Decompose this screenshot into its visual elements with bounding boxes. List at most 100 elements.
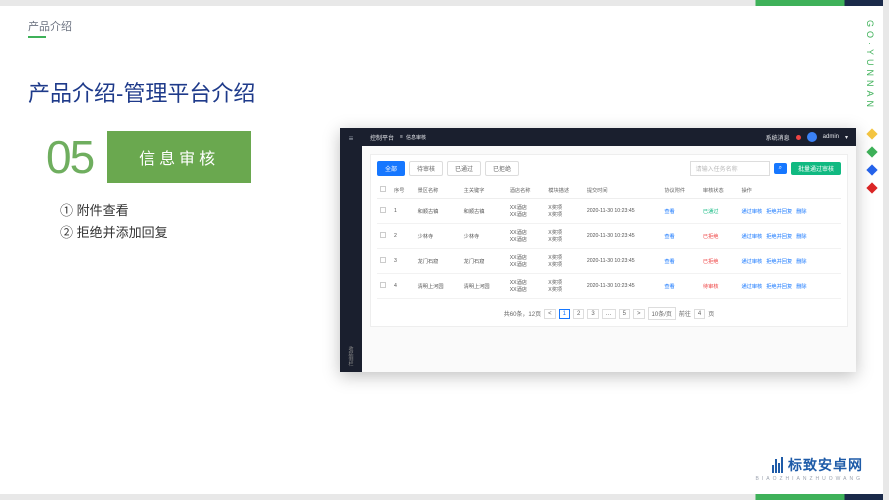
delete-link[interactable]: 删除: [796, 258, 806, 265]
username[interactable]: admin: [823, 134, 839, 140]
logo-text: 标致安卓网: [788, 455, 863, 475]
app-sidebar: ≡ 收起侧栏: [340, 128, 362, 372]
pager-3[interactable]: 3: [587, 309, 598, 319]
pager-2[interactable]: 2: [573, 309, 584, 319]
row-checkbox[interactable]: [380, 207, 386, 213]
reject-link[interactable]: 拒绝并回复: [766, 283, 792, 290]
cell-desc: X奖项X奖项: [545, 199, 584, 224]
col-status: 审核状态: [700, 182, 739, 199]
breadcrumb-text: 信息审核: [406, 134, 426, 141]
slide-heading: 产品介绍-管理平台介绍: [28, 76, 255, 108]
review-table: 序号 景区名称 主关键字 酒店名称 模块描述 提交时间 协议附件 审核状态 操作…: [377, 182, 841, 299]
pager-1[interactable]: 1: [559, 309, 570, 319]
search-input[interactable]: 请输入任务名称: [690, 161, 770, 176]
reject-link[interactable]: 拒绝并回复: [766, 208, 792, 215]
pager-5[interactable]: 5: [619, 309, 630, 319]
delete-link[interactable]: 删除: [796, 208, 806, 215]
cell-desc: X奖项X奖项: [545, 274, 584, 299]
pager-size[interactable]: 10条/页: [648, 307, 676, 320]
collapse-sidebar[interactable]: 收起侧栏: [348, 346, 355, 366]
search-button[interactable]: ⌕: [774, 163, 787, 174]
tab-pending[interactable]: 待审核: [409, 161, 443, 176]
approve-link[interactable]: 通过审核: [741, 258, 762, 265]
tab-all[interactable]: 全部: [377, 161, 405, 176]
app-topbar: 控制平台 ≡ 信息审核 系统消息 admin ▾: [362, 128, 856, 146]
breadcrumb: ≡ 信息审核: [400, 134, 426, 141]
pager-total: 共60条，12页: [504, 309, 541, 318]
cell-desc: X奖项X奖项: [545, 249, 584, 274]
cell-keyword: 和顺古镇: [461, 199, 507, 224]
row-checkbox[interactable]: [380, 282, 386, 288]
notification-dot-icon[interactable]: [796, 135, 801, 140]
cell-keyword: 清明上河园: [461, 274, 507, 299]
col-scenic: 景区名称: [415, 182, 461, 199]
pager-next[interactable]: >: [633, 309, 645, 319]
pager-unit: 页: [708, 309, 714, 318]
batch-approve-button[interactable]: 批量通过审核: [791, 162, 841, 175]
delete-link[interactable]: 删除: [796, 283, 806, 290]
cell-keyword: 龙门石窟: [461, 249, 507, 274]
system-message[interactable]: 系统消息: [766, 133, 790, 142]
col-ops: 操作: [738, 182, 841, 199]
content-panel: 全部 待审核 已通过 已拒绝 请输入任务名称 ⌕ 批量通过审核 序号: [370, 154, 848, 327]
table-row: 2少林寺少林寺XX酒店XX酒店X奖项X奖项2020-11-30 10:23:45…: [377, 224, 841, 249]
status-badge: 已拒绝: [703, 259, 719, 265]
search-icon: ⌕: [779, 165, 782, 171]
slide-tag: 产品介绍: [28, 18, 72, 34]
section-header: 05 信息审核: [46, 130, 251, 184]
section-badge: 信息审核: [107, 131, 251, 183]
filter-tabs: 全部 待审核 已通过 已拒绝: [377, 161, 519, 176]
tab-rejected[interactable]: 已拒绝: [485, 161, 519, 176]
cell-index: 3: [391, 249, 415, 274]
cell-time: 2020-11-30 10:23:45: [584, 224, 662, 249]
section-number: 05: [46, 130, 93, 184]
tab-passed[interactable]: 已通过: [447, 161, 481, 176]
cell-time: 2020-11-30 10:23:45: [584, 249, 662, 274]
reject-link[interactable]: 拒绝并回复: [766, 258, 792, 265]
status-badge: 已拒绝: [703, 234, 719, 240]
logo-subtext: BIAOZHIANZHUOWANG: [756, 476, 863, 482]
cell-index: 2: [391, 224, 415, 249]
cell-desc: X奖项X奖项: [545, 224, 584, 249]
cell-time: 2020-11-30 10:23:45: [584, 274, 662, 299]
cell-index: 1: [391, 199, 415, 224]
col-desc: 模块描述: [545, 182, 584, 199]
pager-prev[interactable]: <: [544, 309, 556, 319]
pager-goto-label: 前往: [679, 309, 691, 318]
checkbox-all[interactable]: [380, 186, 386, 192]
attachment-link[interactable]: 查看: [664, 234, 674, 240]
brand-logo: 标致安卓网 BIAOZHIANZHUOWANG: [756, 455, 863, 482]
pager-goto-input[interactable]: 4: [694, 309, 705, 319]
attachment-link[interactable]: 查看: [664, 209, 674, 215]
approve-link[interactable]: 通过审核: [741, 233, 762, 240]
slide-border-right: [883, 0, 889, 500]
attachment-link[interactable]: 查看: [664, 259, 674, 265]
vertical-brand: GO·YUNNAN: [865, 20, 875, 111]
reject-link[interactable]: 拒绝并回复: [766, 233, 792, 240]
cell-hotel: XX酒店XX酒店: [507, 274, 546, 299]
cell-hotel: XX酒店XX酒店: [507, 199, 546, 224]
cell-hotel: XX酒店XX酒店: [507, 249, 546, 274]
cell-scenic: 龙门石窟: [415, 249, 461, 274]
cell-index: 4: [391, 274, 415, 299]
attachment-link[interactable]: 查看: [664, 284, 674, 290]
approve-link[interactable]: 通过审核: [741, 208, 762, 215]
cell-scenic: 清明上河园: [415, 274, 461, 299]
col-attachment: 协议附件: [661, 182, 700, 199]
approve-link[interactable]: 通过审核: [741, 283, 762, 290]
delete-link[interactable]: 删除: [796, 233, 806, 240]
avatar[interactable]: [807, 132, 817, 142]
chevron-down-icon[interactable]: ▾: [845, 134, 848, 141]
bullet-list: ① 附件查看 ② 拒绝并添加回复: [60, 200, 168, 244]
col-index: 序号: [391, 182, 415, 199]
menu-icon[interactable]: ≡: [349, 134, 354, 143]
cell-scenic: 和顺古镇: [415, 199, 461, 224]
breadcrumb-icon: ≡: [400, 134, 403, 140]
row-checkbox[interactable]: [380, 257, 386, 263]
row-checkbox[interactable]: [380, 232, 386, 238]
slide-border-top: [0, 0, 889, 6]
cell-hotel: XX酒店XX酒店: [507, 224, 546, 249]
status-badge: 已通过: [703, 209, 719, 215]
col-keyword: 主关键字: [461, 182, 507, 199]
pager-ellipsis: …: [602, 309, 616, 319]
